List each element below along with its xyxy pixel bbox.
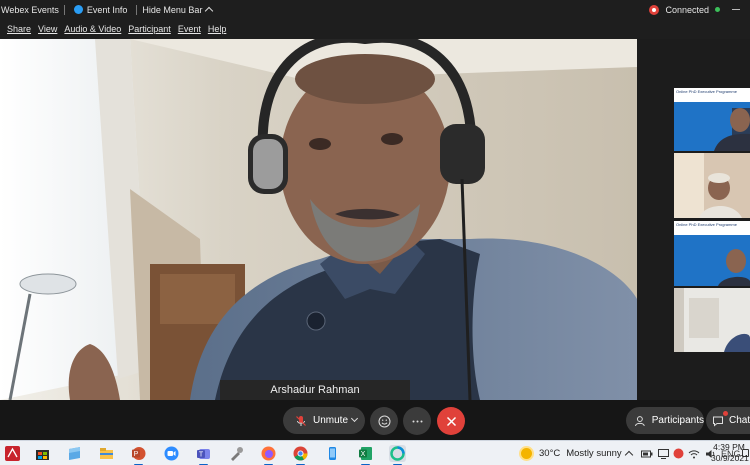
wifi-icon[interactable] <box>688 449 700 459</box>
taskbar-teams-icon[interactable]: T <box>195 445 212 465</box>
menu-share[interactable]: Share <box>7 24 31 34</box>
main-video-feed[interactable] <box>0 39 637 400</box>
taskbar-webex-icon[interactable] <box>389 445 406 465</box>
participant-video-image <box>674 288 750 352</box>
clock-time: 4:39 PM <box>713 442 745 452</box>
chat-button[interactable]: Chat <box>706 407 750 434</box>
event-info-label: Event Info <box>86 4 128 15</box>
smiley-icon <box>378 415 390 427</box>
participant-video-image <box>674 153 750 218</box>
active-speaker-name: Arshadur Rahman <box>220 380 410 400</box>
taskbar-phone-icon[interactable] <box>324 445 341 462</box>
taskbar-acrobat-icon[interactable] <box>4 445 21 462</box>
webex-tray-icon[interactable] <box>673 448 684 459</box>
chat-label: Chat <box>729 415 750 426</box>
taskbar-zoom-icon[interactable] <box>163 445 180 462</box>
reactions-button[interactable] <box>370 407 398 435</box>
thumbnail-slide-title: Online PhD Executive Programme <box>676 222 737 227</box>
menu-help[interactable]: Help <box>208 24 227 34</box>
taskbar-clock[interactable]: 4:39 PM 30/9/2021 <box>711 441 749 465</box>
divider <box>136 4 138 15</box>
info-icon <box>73 5 83 14</box>
unmute-label: Unmute <box>313 415 349 426</box>
speaker-video-image <box>0 39 637 400</box>
unmute-button[interactable]: Unmute <box>283 407 365 434</box>
participant-video-image <box>674 221 750 286</box>
connected-indicator-icon <box>715 7 720 12</box>
svg-text:X: X <box>361 451 366 458</box>
connection-label: Connected <box>665 4 709 15</box>
participant-thumbnail[interactable]: Online PhD Executive Programme <box>674 88 750 151</box>
display-icon[interactable] <box>658 448 669 459</box>
title-bar: Webex Events Event Info Hide Menu Bar Co… <box>0 0 750 19</box>
svg-text:P: P <box>134 451 139 458</box>
weather-description: Mostly sunny <box>566 448 622 459</box>
taskbar-store-icon[interactable] <box>34 445 51 462</box>
taskbar-chrome-icon[interactable] <box>292 445 309 465</box>
chevron-up-icon <box>205 6 214 16</box>
divider <box>63 4 65 15</box>
chat-bubble-icon <box>713 416 723 427</box>
taskbar-powerpoint-icon[interactable]: P <box>130 445 147 465</box>
taskbar-excel-icon[interactable]: X <box>357 445 374 465</box>
hide-menu-bar-label: Hide Menu Bar <box>142 4 203 15</box>
leave-event-button[interactable] <box>437 407 465 435</box>
windows-taskbar: P T X 30°C Mostly sunny ENG <box>0 440 750 465</box>
weather-temperature: 30°C <box>539 448 561 459</box>
chevron-up-icon[interactable] <box>624 450 634 460</box>
hide-menu-bar-button[interactable]: Hide Menu Bar <box>142 4 214 16</box>
taskbar-firefox-icon[interactable] <box>260 445 277 465</box>
taskbar-files-icon[interactable] <box>66 445 83 462</box>
battery-icon[interactable] <box>641 449 653 459</box>
taskbar-explorer-icon[interactable] <box>98 445 115 462</box>
thumbnail-slide-title: Online PhD Executive Programme <box>676 89 737 94</box>
event-info-button[interactable]: Event Info <box>70 4 128 15</box>
menu-view[interactable]: View <box>38 24 57 34</box>
participant-video-image <box>674 88 750 151</box>
close-icon <box>446 416 456 426</box>
taskbar-tool-icon[interactable] <box>228 445 245 462</box>
svg-text:T: T <box>199 452 204 459</box>
recording-icon <box>649 4 660 15</box>
participant-thumbnail[interactable] <box>674 288 750 352</box>
person-icon <box>634 415 645 426</box>
menu-audio-video[interactable]: Audio & Video <box>64 24 121 34</box>
app-title: Webex Events <box>1 4 59 15</box>
participants-label: Participants <box>651 415 704 426</box>
menu-bar: Share View Audio & Video Participant Eve… <box>0 19 750 39</box>
webex-window: Webex Events Event Info Hide Menu Bar Co… <box>0 0 750 465</box>
clock-date: 30/9/2021 <box>711 453 749 463</box>
more-options-button[interactable] <box>403 407 431 435</box>
minimize-icon[interactable] <box>732 8 740 11</box>
menu-event[interactable]: Event <box>178 24 201 34</box>
sun-icon <box>521 448 532 459</box>
microphone-muted-icon <box>296 415 306 426</box>
weather-widget[interactable]: 30°C Mostly sunny <box>521 445 622 462</box>
participant-thumbnail[interactable]: Online PhD Executive Programme <box>674 221 750 286</box>
participants-button[interactable]: Participants <box>626 407 704 434</box>
participant-thumbnail[interactable] <box>674 153 750 218</box>
ellipsis-icon <box>412 420 422 422</box>
chevron-down-icon[interactable] <box>350 414 359 423</box>
notification-dot-icon <box>723 411 728 416</box>
menu-participant[interactable]: Participant <box>128 24 171 34</box>
connection-status: Connected <box>649 0 750 19</box>
